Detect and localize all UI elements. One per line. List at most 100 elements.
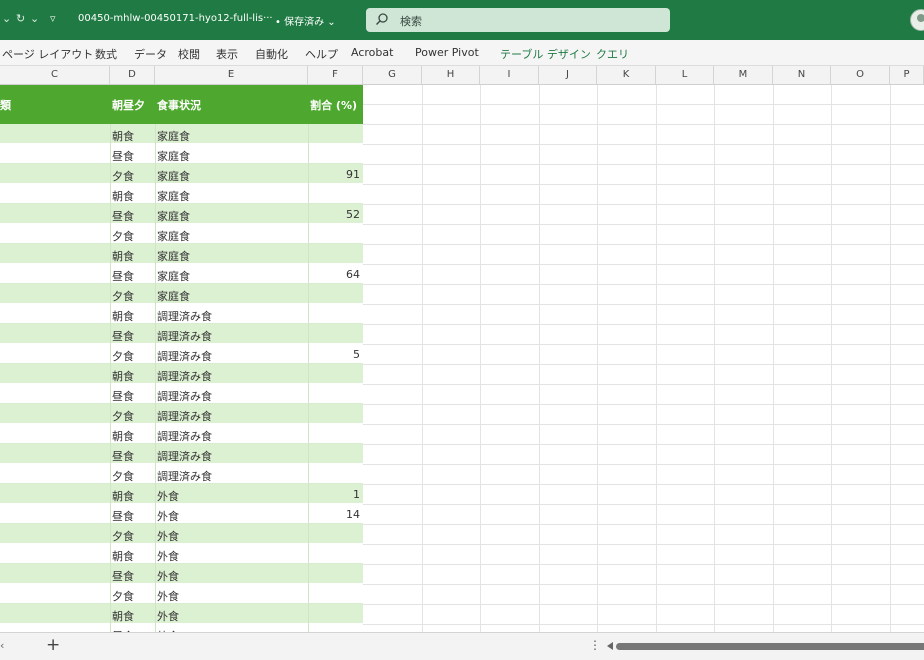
header-meal-status[interactable]: 食事状況 xyxy=(157,97,201,113)
cell-meal-time[interactable]: 昼食 xyxy=(112,388,134,404)
table-row[interactable]: 夕食 外食 xyxy=(0,524,363,544)
cell-meal-status[interactable]: 家庭食 xyxy=(157,188,190,204)
cell-meal-time[interactable]: 昼食 xyxy=(112,328,134,344)
table-row[interactable]: 朝食 家庭食 xyxy=(0,124,363,144)
table-row[interactable]: 朝食 家庭食 xyxy=(0,244,363,264)
table-row[interactable]: 昼食 家庭食 52 xyxy=(0,204,363,224)
table-row[interactable]: 朝食 外食 xyxy=(0,604,363,624)
cell-percentage[interactable]: 14 xyxy=(346,508,360,521)
table-row[interactable]: 昼食 家庭食 xyxy=(0,144,363,164)
user-avatar[interactable] xyxy=(910,9,924,31)
column-header-o[interactable]: O xyxy=(831,66,890,84)
table-row[interactable]: 昼食 家庭食 64 xyxy=(0,264,363,284)
column-header-n[interactable]: N xyxy=(773,66,831,84)
cell-meal-time[interactable]: 夕食 xyxy=(112,408,134,424)
cell-meal-status[interactable]: 家庭食 xyxy=(157,268,190,284)
table-row[interactable]: 朝食 外食 xyxy=(0,544,363,564)
cell-meal-time[interactable]: 朝食 xyxy=(112,188,134,204)
cell-meal-time[interactable]: 夕食 xyxy=(112,528,134,544)
cell-meal-time[interactable]: 朝食 xyxy=(112,548,134,564)
quick-access-dropdown-icon[interactable]: ⌄ xyxy=(2,12,11,25)
cell-meal-time[interactable]: 朝食 xyxy=(112,608,134,624)
cell-percentage[interactable]: 64 xyxy=(346,268,360,281)
add-sheet-button[interactable]: + xyxy=(46,635,60,655)
column-header-d[interactable]: D xyxy=(110,66,155,84)
column-header-p[interactable]: P xyxy=(890,66,924,84)
header-category[interactable]: 類 xyxy=(0,97,11,113)
cell-meal-status[interactable]: 家庭食 xyxy=(157,288,190,304)
column-header-i[interactable]: I xyxy=(480,66,539,84)
table-row[interactable]: 昼食 調理済み食 xyxy=(0,444,363,464)
table-row[interactable]: 朝食 調理済み食 xyxy=(0,364,363,384)
cell-meal-status[interactable]: 外食 xyxy=(157,568,179,584)
cell-meal-status[interactable]: 外食 xyxy=(157,608,179,624)
tab-help[interactable]: ヘルプ xyxy=(305,46,338,62)
save-status[interactable]: • 保存済み ⌄ xyxy=(275,13,336,28)
tab-formulas[interactable]: 数式 xyxy=(95,46,117,62)
tab-acrobat[interactable]: Acrobat xyxy=(351,46,393,59)
table-row[interactable]: 昼食 調理済み食 xyxy=(0,324,363,344)
scroll-left-icon[interactable] xyxy=(607,642,613,650)
tab-data[interactable]: データ xyxy=(134,46,167,62)
tab-table-design[interactable]: テーブル デザイン xyxy=(500,46,591,62)
cell-meal-time[interactable]: 朝食 xyxy=(112,128,134,144)
document-filename[interactable]: 00450-mhlw-00450171-hyo12-full-lis··· xyxy=(78,13,273,24)
table-row[interactable]: 夕食 外食 xyxy=(0,584,363,604)
table-row[interactable]: 朝食 家庭食 xyxy=(0,184,363,204)
search-box[interactable]: 検索 xyxy=(366,8,670,32)
tab-view[interactable]: 表示 xyxy=(216,46,238,62)
table-row[interactable]: 昼食外食 xyxy=(0,624,363,632)
cell-meal-status[interactable]: 家庭食 xyxy=(157,168,190,184)
tab-power-pivot[interactable]: Power Pivot xyxy=(415,46,479,59)
cell-meal-status[interactable]: 外食 xyxy=(157,528,179,544)
cell-meal-status[interactable]: 調理済み食 xyxy=(157,408,212,424)
tab-automate[interactable]: 自動化 xyxy=(255,46,288,62)
tab-review[interactable]: 校閲 xyxy=(178,46,200,62)
cell-meal-time[interactable]: 昼食 xyxy=(112,268,134,284)
cell-meal-time[interactable]: 朝食 xyxy=(112,248,134,264)
cell-meal-time[interactable]: 夕食 xyxy=(112,228,134,244)
cell-meal-time[interactable]: 昼食 xyxy=(112,208,134,224)
table-row[interactable]: 夕食 調理済み食 xyxy=(0,464,363,484)
column-header-l[interactable]: L xyxy=(656,66,714,84)
cell-meal-time[interactable]: 夕食 xyxy=(112,468,134,484)
table-row[interactable]: 昼食 調理済み食 xyxy=(0,384,363,404)
table-row[interactable]: 朝食 調理済み食 xyxy=(0,304,363,324)
table-row[interactable]: 夕食 家庭食 xyxy=(0,284,363,304)
cell-meal-status[interactable]: 家庭食 xyxy=(157,228,190,244)
tab-page-layout[interactable]: ページ レイアウト xyxy=(2,46,93,62)
table-row[interactable]: 夕食 家庭食 xyxy=(0,224,363,244)
cell-meal-time[interactable]: 夕食 xyxy=(112,288,134,304)
column-header-e[interactable]: E xyxy=(155,66,308,84)
redo-icon[interactable]: ↻ xyxy=(16,12,25,25)
cell-meal-status[interactable]: 調理済み食 xyxy=(157,428,212,444)
header-meal-time[interactable]: 朝昼夕 xyxy=(112,97,145,113)
horizontal-scrollbar[interactable] xyxy=(616,643,924,650)
cell-meal-time[interactable]: 昼食 xyxy=(112,448,134,464)
column-header-j[interactable]: J xyxy=(539,66,597,84)
cell-meal-status[interactable]: 家庭食 xyxy=(157,128,190,144)
cell-percentage[interactable]: 5 xyxy=(353,348,360,361)
column-header-g[interactable]: G xyxy=(363,66,422,84)
cell-meal-time[interactable]: 昼食 xyxy=(112,148,134,164)
cell-meal-time[interactable]: 昼食 xyxy=(112,508,134,524)
previous-sheet-icon[interactable]: ‹ xyxy=(0,639,4,652)
cell-meal-time[interactable]: 朝食 xyxy=(112,308,134,324)
cell-meal-time[interactable]: 朝食 xyxy=(112,488,134,504)
column-header-k[interactable]: K xyxy=(597,66,656,84)
table-row[interactable]: 夕食 調理済み食 xyxy=(0,404,363,424)
cell-percentage[interactable]: 91 xyxy=(346,168,360,181)
customize-quick-access-icon[interactable]: ▿ xyxy=(50,12,56,25)
column-header-f[interactable]: F xyxy=(308,66,363,84)
cell-meal-status[interactable]: 調理済み食 xyxy=(157,348,212,364)
table-row[interactable]: 朝食 外食 1 xyxy=(0,484,363,504)
cell-meal-time[interactable]: 夕食 xyxy=(112,348,134,364)
cell-meal-status[interactable]: 外食 xyxy=(157,508,179,524)
table-row[interactable]: 昼食 外食 14 xyxy=(0,504,363,524)
cell-percentage[interactable]: 52 xyxy=(346,208,360,221)
cell-meal-time[interactable]: 朝食 xyxy=(112,428,134,444)
column-header-m[interactable]: M xyxy=(714,66,773,84)
cell-meal-status[interactable]: 外食 xyxy=(157,588,179,604)
cell-meal-time[interactable]: 夕食 xyxy=(112,588,134,604)
column-header-c[interactable]: C xyxy=(0,66,110,84)
